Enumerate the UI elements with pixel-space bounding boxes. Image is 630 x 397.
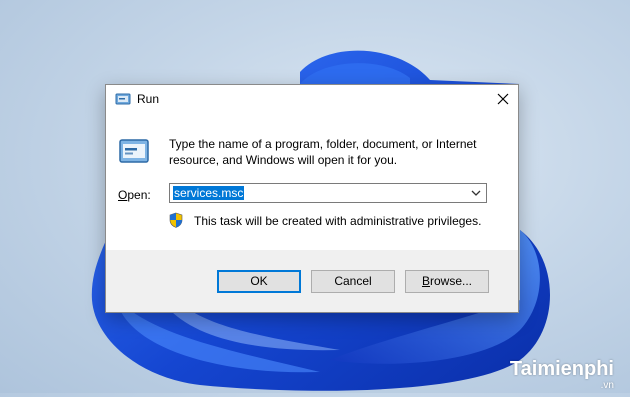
run-dialog: Run Type the name of a program, folder, … xyxy=(105,84,519,313)
close-icon xyxy=(497,93,509,105)
command-input-value[interactable]: services.msc xyxy=(173,186,245,200)
browse-button[interactable]: Browse... xyxy=(405,270,489,293)
ok-button[interactable]: OK xyxy=(217,270,301,293)
run-large-icon xyxy=(119,139,149,163)
open-label: Open: xyxy=(118,188,151,202)
watermark-domain: .vn xyxy=(600,380,614,391)
open-label-accelerator: O xyxy=(118,188,128,202)
open-label-text: pen: xyxy=(127,188,151,202)
title-bar[interactable]: Run xyxy=(106,85,518,115)
run-app-icon xyxy=(115,93,131,105)
watermark: Taimienphi .vn xyxy=(509,358,614,391)
command-combobox[interactable]: services.msc xyxy=(169,183,487,203)
privilege-note: This task will be created with administr… xyxy=(194,214,482,228)
button-bar: OK Cancel Browse... xyxy=(106,250,518,312)
browse-accelerator: B xyxy=(421,274,430,288)
dialog-description: Type the name of a program, folder, docu… xyxy=(169,137,477,167)
browse-label: rowse... xyxy=(430,274,473,288)
watermark-brand: Taimienphi xyxy=(509,358,614,380)
close-button[interactable] xyxy=(488,85,518,113)
window-title: Run xyxy=(137,92,160,106)
cancel-button[interactable]: Cancel xyxy=(311,270,395,293)
uac-shield-icon xyxy=(169,212,183,228)
chevron-down-icon[interactable] xyxy=(470,186,482,200)
